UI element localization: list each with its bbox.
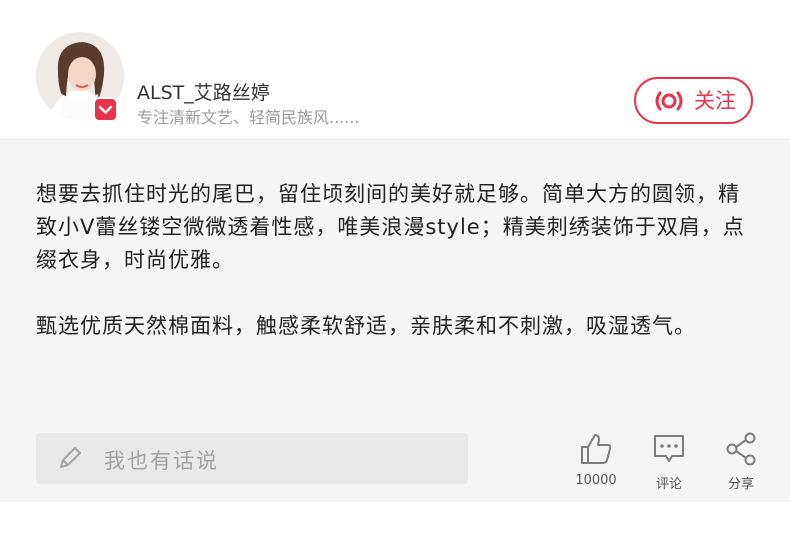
share-icon [726, 432, 756, 466]
post-header: ALST_艾路丝婷 专注清新文艺、轻简民族风...... 关注 [0, 0, 790, 140]
comment-placeholder: 我也有话说 [104, 449, 219, 473]
like-count: 10000 [575, 473, 617, 488]
follow-label: 关注 [694, 89, 736, 113]
pencil-icon [60, 447, 81, 468]
live-broadcast-icon [655, 91, 683, 111]
comment-label: 评论 [655, 477, 682, 492]
comment-button[interactable]: 评论 [639, 431, 699, 492]
bottom-spacer [0, 502, 790, 547]
comment-input[interactable]: 我也有话说 [36, 433, 468, 484]
description-paragraph-2: 甄选优质天然棉面料，触感柔软舒适，亲肤柔和不刺激，吸湿透气。 [36, 314, 696, 338]
verified-badge [93, 97, 118, 122]
follow-button[interactable]: 关注 [634, 77, 753, 124]
share-button[interactable]: 分享 [711, 431, 771, 492]
user-tagline: 专注清新文艺、轻简民族风...... [137, 108, 360, 127]
username[interactable]: ALST_艾路丝婷 [137, 78, 270, 105]
share-label: 分享 [727, 477, 754, 492]
post-body: 想要去抓住时光的尾巴，留住顷刻间的美好就足够。简单大方的圆领，精致小V蕾丝镂空微… [0, 140, 790, 502]
thumbs-up-icon [581, 434, 612, 464]
comment-icon [654, 435, 684, 462]
post-description: 想要去抓住时光的尾巴，留住顷刻间的美好就足够。简单大方的圆领，精致小V蕾丝镂空微… [36, 178, 756, 343]
chevron-down-icon [98, 105, 113, 114]
like-button[interactable]: 10000 [566, 431, 626, 488]
description-paragraph-1: 想要去抓住时光的尾巴，留住顷刻间的美好就足够。简单大方的圆领，精致小V蕾丝镂空微… [36, 182, 745, 272]
